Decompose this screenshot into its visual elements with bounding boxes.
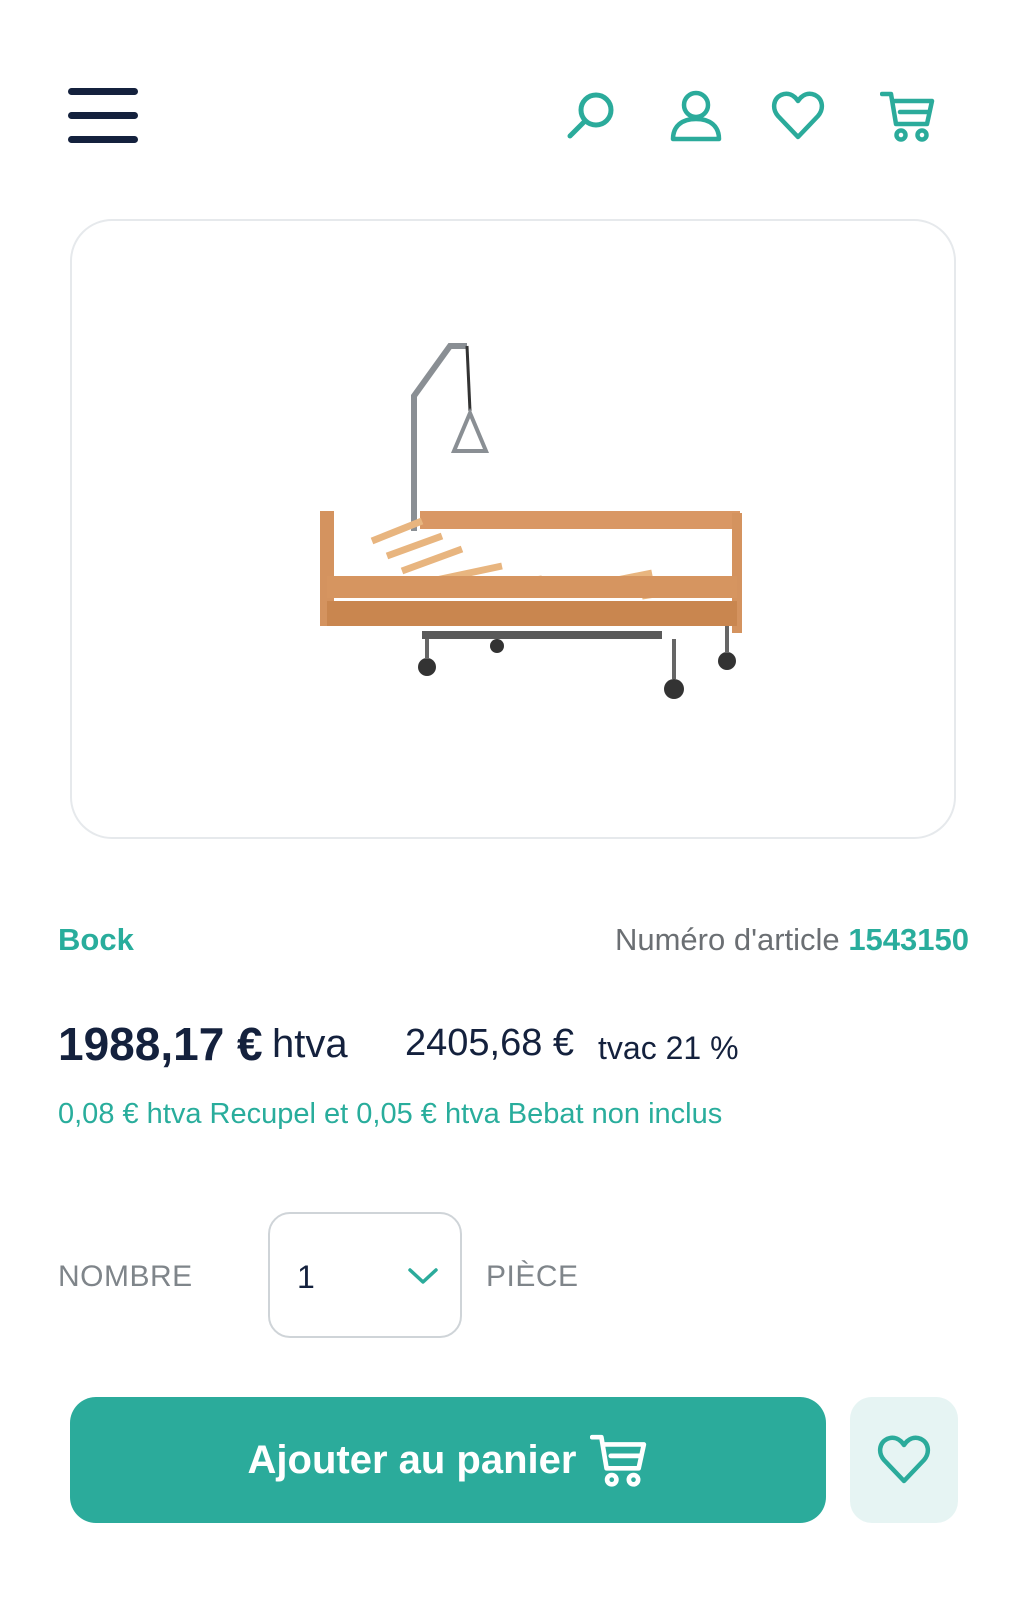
cart-button[interactable] <box>880 88 936 144</box>
recupel-note: 0,08 € htva Recupel et 0,05 € htva Bebat… <box>58 1098 723 1130</box>
wishlist-button[interactable] <box>770 88 826 144</box>
cart-icon <box>590 1434 647 1487</box>
price-excl-vat-suffix: htva <box>272 1022 348 1066</box>
heart-icon <box>877 1435 931 1484</box>
quantity-select[interactable]: 1 <box>268 1212 462 1338</box>
chevron-down-icon <box>408 1268 438 1284</box>
article-number-value: 1543150 <box>848 922 969 957</box>
product-image-card <box>70 219 956 839</box>
add-to-cart-button[interactable]: Ajouter au panier <box>70 1397 826 1523</box>
menu-icon-bar <box>68 112 138 119</box>
cart-icon <box>880 91 935 142</box>
menu-button[interactable] <box>68 86 140 146</box>
hospital-bed-image <box>320 343 742 699</box>
menu-icon-bar <box>68 88 138 95</box>
menu-icon-bar <box>68 136 138 143</box>
price-excl-vat: 1988,17 € <box>58 1018 263 1070</box>
price-incl-vat: 2405,68 € <box>405 1022 575 1064</box>
user-icon <box>670 90 722 142</box>
add-to-wishlist-button[interactable] <box>850 1397 958 1523</box>
account-button[interactable] <box>668 88 724 144</box>
unit-label: PIÈCE <box>486 1260 579 1293</box>
heart-icon <box>771 91 825 140</box>
search-icon <box>567 92 614 139</box>
brand-link[interactable]: Bock <box>58 922 134 958</box>
article-label: Numéro d'article <box>614 922 840 957</box>
quantity-value: 1 <box>297 1259 315 1295</box>
search-button[interactable] <box>564 88 620 144</box>
article-number: Numéro d'article 1543150 <box>615 922 969 958</box>
add-to-cart-label: Ajouter au panier <box>247 1437 577 1482</box>
quantity-label: NOMBRE <box>58 1260 193 1293</box>
price-incl-vat-suffix: tvac 21 % <box>598 1030 739 1066</box>
